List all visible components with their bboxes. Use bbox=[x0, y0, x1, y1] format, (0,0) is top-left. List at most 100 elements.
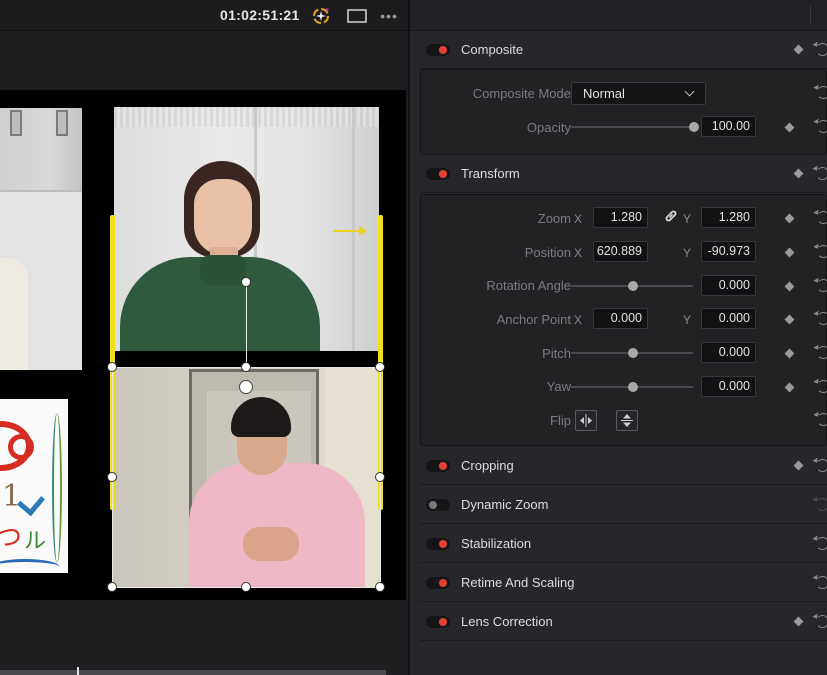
rotation-handle[interactable] bbox=[239, 380, 253, 394]
reset-icon[interactable] bbox=[817, 120, 827, 133]
zoom-x-axis: X bbox=[574, 212, 583, 226]
keyframe-diamond-icon[interactable] bbox=[784, 281, 795, 292]
toggle-dot-icon bbox=[439, 462, 447, 470]
keyframe-diamond-icon[interactable] bbox=[784, 382, 795, 393]
section-retime-and-scaling[interactable]: Retime And Scaling bbox=[420, 564, 827, 602]
section-transform[interactable]: Transform bbox=[420, 155, 827, 193]
keyframe-diamond-icon[interactable] bbox=[784, 314, 795, 325]
yaw-label: Yaw bbox=[546, 379, 571, 394]
dropdown-value: Normal bbox=[583, 86, 625, 101]
corner-handle-top-right[interactable] bbox=[375, 362, 385, 372]
position-y-field[interactable]: -90.973 bbox=[701, 241, 756, 262]
opacity-field[interactable]: 100.00 bbox=[701, 116, 756, 137]
section-title: Transform bbox=[461, 166, 520, 181]
retime-toggle[interactable] bbox=[426, 577, 450, 589]
reset-icon[interactable] bbox=[817, 346, 827, 359]
keyframe-diamond-icon[interactable] bbox=[784, 122, 795, 133]
corner-handle-top-left[interactable] bbox=[107, 362, 117, 372]
reset-icon[interactable] bbox=[817, 413, 827, 426]
reset-icon[interactable] bbox=[817, 86, 827, 99]
corner-handle-bottom-left[interactable] bbox=[107, 582, 117, 592]
yaw-field[interactable]: 0.000 bbox=[701, 376, 756, 397]
magic-wand-icon[interactable] bbox=[309, 5, 333, 26]
viewer-toolbar: 01:02:51:21 ••• bbox=[0, 0, 408, 31]
dynamic-zoom-toggle[interactable] bbox=[426, 499, 450, 511]
edge-handle-bottom[interactable] bbox=[241, 582, 251, 592]
keyframe-diamond-icon[interactable] bbox=[793, 616, 804, 627]
keyframe-diamond-icon[interactable] bbox=[784, 213, 795, 224]
reset-icon[interactable] bbox=[816, 576, 827, 589]
viewer-footer bbox=[0, 600, 408, 675]
zoom-x-field[interactable]: 1.280 bbox=[593, 207, 648, 228]
reset-icon[interactable] bbox=[816, 167, 827, 180]
toggle-dot-icon bbox=[429, 501, 437, 509]
rotation-slider-knob[interactable] bbox=[628, 281, 638, 291]
video-clip-man[interactable] bbox=[113, 367, 381, 588]
pitch-slider-knob[interactable] bbox=[628, 348, 638, 358]
reset-icon[interactable] bbox=[817, 279, 827, 292]
anchor-x-field[interactable]: 0.000 bbox=[593, 308, 648, 329]
more-options-icon[interactable]: ••• bbox=[378, 5, 400, 26]
composite-mode-dropdown[interactable]: Normal bbox=[571, 82, 706, 105]
zoom-y-field[interactable]: 1.280 bbox=[701, 207, 756, 228]
viewer-size-icon[interactable] bbox=[346, 5, 368, 26]
position-x-axis: X bbox=[574, 246, 583, 260]
reset-icon[interactable] bbox=[817, 245, 827, 258]
logo-glyph: 1 bbox=[2, 479, 22, 514]
position-y-axis: Y bbox=[683, 246, 692, 260]
reset-icon[interactable] bbox=[817, 312, 827, 325]
zoom-y-axis: Y bbox=[683, 212, 692, 226]
reset-icon[interactable] bbox=[816, 43, 827, 56]
timeline-scrubber[interactable] bbox=[0, 670, 386, 675]
keyframe-diamond-icon[interactable] bbox=[793, 460, 804, 471]
toggle-dot-icon bbox=[439, 540, 447, 548]
logo-swirl bbox=[52, 413, 62, 563]
video-clip-left-top bbox=[0, 108, 82, 370]
rotation-field[interactable]: 0.000 bbox=[701, 275, 756, 296]
keyframe-diamond-icon[interactable] bbox=[784, 348, 795, 359]
inspector-panel: Composite Composite Mode Normal Opacity … bbox=[410, 0, 827, 675]
reset-icon[interactable] bbox=[817, 380, 827, 393]
anchor-handle[interactable] bbox=[241, 277, 251, 287]
link-icon[interactable] bbox=[664, 209, 678, 228]
toggle-dot-icon bbox=[439, 46, 447, 54]
keyframe-diamond-icon[interactable] bbox=[784, 247, 795, 258]
section-lens-correction[interactable]: Lens Correction bbox=[420, 603, 827, 641]
toggle-dot-icon bbox=[439, 579, 447, 587]
reset-icon[interactable] bbox=[816, 498, 827, 511]
viewer-canvas[interactable]: 1 つ ル bbox=[0, 90, 406, 600]
pitch-field[interactable]: 0.000 bbox=[701, 342, 756, 363]
section-composite[interactable]: Composite bbox=[420, 31, 827, 69]
section-cropping[interactable]: Cropping bbox=[420, 447, 827, 485]
rotation-label: Rotation Angle bbox=[486, 278, 571, 293]
cropping-toggle[interactable] bbox=[426, 460, 450, 472]
playhead[interactable] bbox=[77, 667, 79, 675]
position-x-field[interactable]: 620.889 bbox=[593, 241, 648, 262]
edge-handle-right[interactable] bbox=[375, 472, 385, 482]
composite-toggle[interactable] bbox=[426, 44, 450, 56]
yaw-slider-knob[interactable] bbox=[628, 382, 638, 392]
composite-panel: Composite Mode Normal Opacity 100.00 bbox=[420, 69, 827, 155]
corner-handle-bottom-right[interactable] bbox=[375, 582, 385, 592]
opacity-slider[interactable] bbox=[571, 126, 696, 128]
section-dynamic-zoom[interactable]: Dynamic Zoom bbox=[420, 486, 827, 524]
flip-vertical-icon[interactable] bbox=[616, 410, 638, 431]
ceiling-vent bbox=[114, 107, 379, 127]
reset-icon[interactable] bbox=[817, 211, 827, 224]
reset-icon[interactable] bbox=[816, 459, 827, 472]
edge-handle-left[interactable] bbox=[107, 472, 117, 482]
reset-icon[interactable] bbox=[816, 615, 827, 628]
keyframe-diamond-icon[interactable] bbox=[793, 168, 804, 179]
flip-horizontal-icon[interactable] bbox=[575, 410, 597, 431]
wall-object bbox=[10, 110, 22, 136]
anchor-y-field[interactable]: 0.000 bbox=[701, 308, 756, 329]
section-stabilization[interactable]: Stabilization bbox=[420, 525, 827, 563]
transform-toggle[interactable] bbox=[426, 168, 450, 180]
edge-handle-top[interactable] bbox=[241, 362, 251, 372]
person-collar bbox=[200, 255, 246, 285]
opacity-slider-knob[interactable] bbox=[689, 122, 699, 132]
keyframe-diamond-icon[interactable] bbox=[793, 44, 804, 55]
reset-icon[interactable] bbox=[816, 537, 827, 550]
stabilization-toggle[interactable] bbox=[426, 538, 450, 550]
lens-correction-toggle[interactable] bbox=[426, 616, 450, 628]
